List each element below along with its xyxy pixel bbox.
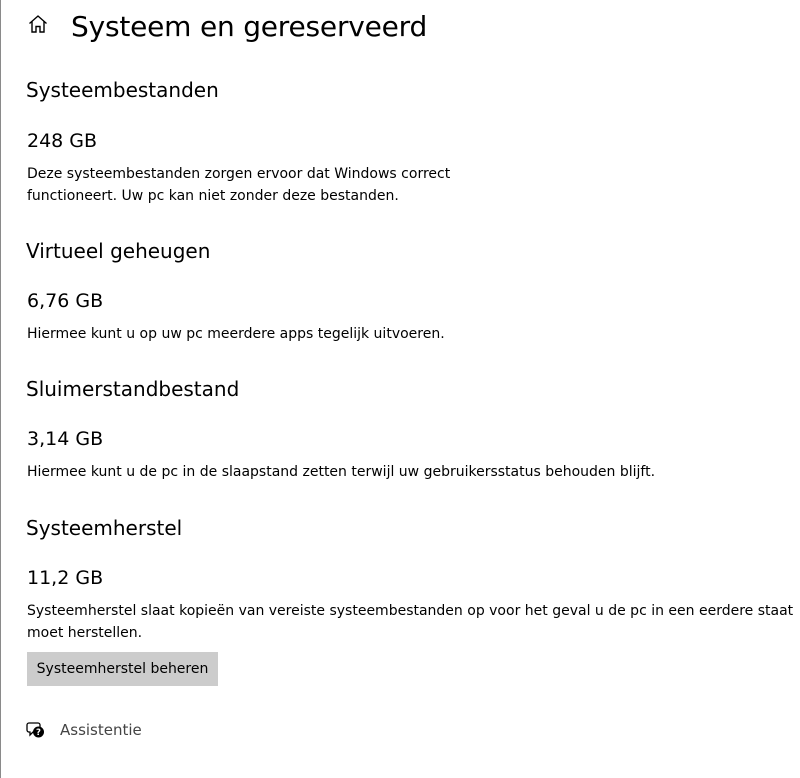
size-value-sluimerstandbestand: 3,14 GB [27,428,104,450]
description-virtueel-geheugen: Hiermee kunt u op uw pc meerdere apps te… [27,323,445,345]
description-line: moet herstellen. [27,625,143,641]
home-icon [27,13,49,39]
help-label: Assistentie [60,721,142,739]
section-title-sluimerstandbestand: Sluimerstandbestand [26,377,240,401]
help-chat-icon: ? [26,720,46,740]
size-value-virtueel-geheugen: 6,76 GB [27,290,104,312]
description-line: functioneert. Uw pc kan niet zonder deze… [27,188,399,204]
help-link[interactable]: ? Assistentie [26,718,142,742]
home-button[interactable] [25,13,51,39]
description-line: Hiermee kunt u de pc in de slaapstand ze… [27,464,656,480]
size-value-systeembestanden: 248 GB [27,130,98,152]
description-systeemherstel: Systeemherstel slaat kopieën van vereist… [27,600,793,644]
description-systeembestanden: Deze systeembestanden zorgen ervoor dat … [27,163,450,207]
page-header: Systeem en gereserveerd [25,4,427,48]
description-line: Hiermee kunt u op uw pc meerdere apps te… [27,326,445,342]
section-title-virtueel-geheugen: Virtueel geheugen [26,239,211,263]
description-line: Systeemherstel slaat kopieën van vereist… [27,603,794,619]
size-value-systeemherstel: 11,2 GB [27,567,104,589]
description-sluimerstandbestand: Hiermee kunt u de pc in de slaapstand ze… [27,461,655,483]
manage-system-restore-button[interactable]: Systeemherstel beheren [27,652,218,686]
svg-text:?: ? [36,728,41,738]
section-title-systeemherstel: Systeemherstel [26,516,183,540]
section-title-systeembestanden: Systeembestanden [26,78,219,102]
description-line: Deze systeembestanden zorgen ervoor dat … [27,166,451,182]
window-left-border [0,0,1,778]
page-title: Systeem en gereserveerd [71,9,428,43]
